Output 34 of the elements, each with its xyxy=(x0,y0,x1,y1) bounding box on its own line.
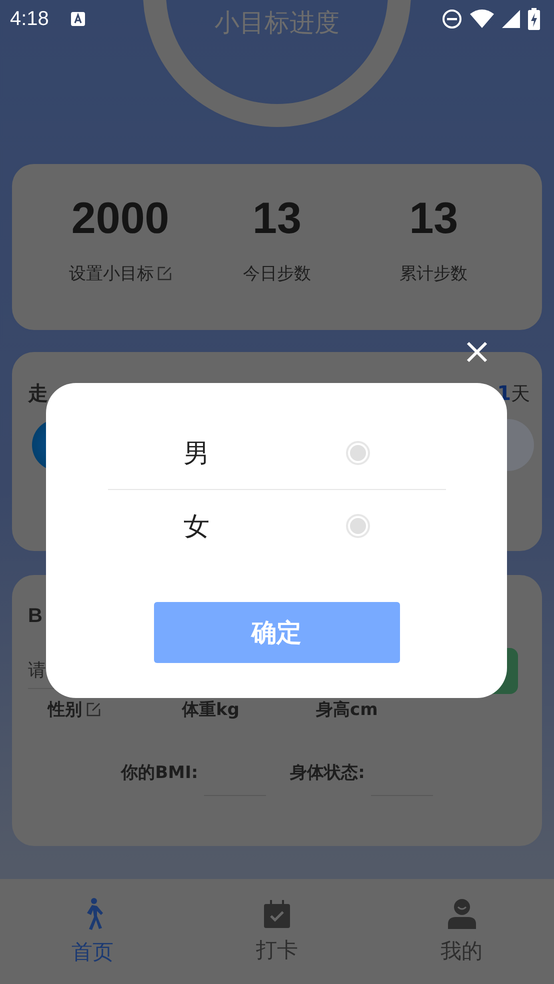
nav-tab[interactable]: 首页 xyxy=(0,879,185,984)
stat-label: 设置小目标 xyxy=(68,263,154,285)
person-icon xyxy=(448,898,476,928)
battery-icon xyxy=(528,8,540,30)
option-label: 男 xyxy=(184,438,210,470)
edit-icon[interactable] xyxy=(86,702,101,717)
field-label: 身高cm xyxy=(316,699,378,721)
stat-label: 累计步数 xyxy=(400,263,468,285)
do-not-disturb-icon xyxy=(442,9,462,29)
wifi-icon xyxy=(470,9,494,29)
stat-value: 13 xyxy=(252,194,302,244)
result-label: 你的BMI: xyxy=(121,762,198,784)
nav-tab[interactable]: 打卡 xyxy=(184,879,370,984)
confirm-button[interactable]: 确定 xyxy=(154,602,400,663)
field-label: 体重kg xyxy=(182,699,240,721)
progress-title: 小目标进度 xyxy=(214,7,340,39)
status-time: 4:18 xyxy=(10,8,49,30)
field-label: 性别 xyxy=(48,699,82,721)
keyboard-icon xyxy=(70,12,85,26)
nav-tab[interactable]: 我的 xyxy=(369,879,554,984)
stat-value: 2000 xyxy=(71,194,170,244)
stat-label: 今日步数 xyxy=(243,263,311,285)
calendar-check-icon xyxy=(263,900,291,928)
option-label: 女 xyxy=(184,510,210,544)
card-title: B xyxy=(28,605,42,627)
result-label: 身体状态: xyxy=(290,762,365,784)
edit-icon[interactable] xyxy=(156,266,172,281)
signal-icon xyxy=(502,10,520,28)
radio-button[interactable] xyxy=(346,441,370,465)
day-unit: 天 xyxy=(511,382,530,407)
card-title: 走 xyxy=(28,380,48,407)
close-icon[interactable] xyxy=(466,341,488,363)
stat-value: 13 xyxy=(409,194,458,244)
radio-button[interactable] xyxy=(346,514,370,538)
